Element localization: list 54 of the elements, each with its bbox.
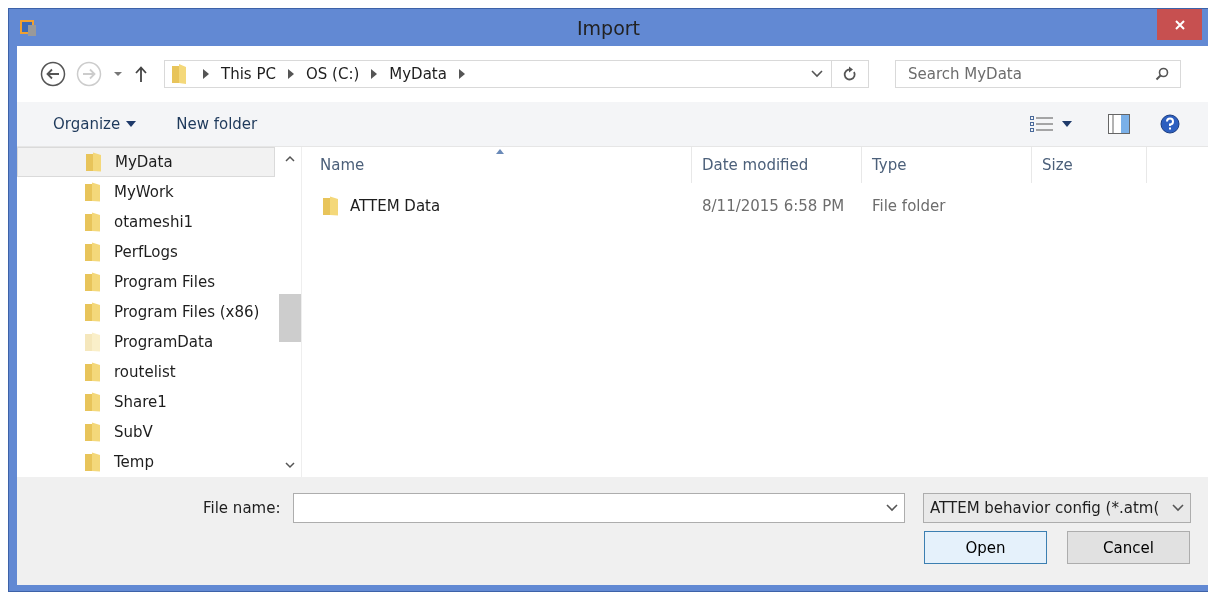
chevron-icon <box>203 69 209 79</box>
column-header[interactable]: Date modified <box>692 147 862 183</box>
organize-button[interactable]: Organize <box>43 115 137 133</box>
scrollbar-thumb[interactable] <box>279 294 301 342</box>
sidebar-item[interactable]: Share1 <box>17 387 275 417</box>
window-title: Import <box>576 16 641 39</box>
file-name[interactable]: ATTEM Data <box>350 197 441 215</box>
caret-icon <box>126 121 137 127</box>
file-type-dropdown[interactable]: ATTEM behavior config (*.atm( <box>923 493 1191 523</box>
sort-icon <box>496 149 504 154</box>
search-icon <box>1155 67 1169 81</box>
sidebar-item[interactable]: Program Files <box>17 267 275 297</box>
sidebar-item[interactable]: PerfLogs <box>17 237 275 267</box>
sidebar-item[interactable]: Temp <box>17 447 275 477</box>
chevron-icon <box>371 69 378 79</box>
new-folder-button[interactable]: New folder <box>166 115 258 133</box>
cancel-button[interactable]: Cancel <box>1067 531 1190 564</box>
column-header[interactable]: Type <box>862 147 1032 183</box>
back-icon[interactable] <box>40 61 66 87</box>
dropdown-icon <box>1172 504 1184 512</box>
table-cell-text: 8/11/2015 6:58 PM <box>701 197 846 215</box>
sidebar-item[interactable]: otameshi1 <box>17 207 275 237</box>
sidebar-item[interactable]: MyData <box>17 147 275 177</box>
breadcrumb[interactable]: This PC <box>221 65 276 83</box>
open-button[interactable]: Open <box>924 531 1047 564</box>
close-button[interactable] <box>1157 9 1202 40</box>
file-name-field[interactable] <box>293 493 905 523</box>
help-icon[interactable] <box>1160 114 1180 134</box>
refresh-icon[interactable] <box>843 66 857 82</box>
column-header[interactable]: Size <box>1032 147 1147 183</box>
up-arrow-icon[interactable] <box>134 65 148 83</box>
scroll-down-icon[interactable] <box>285 462 295 469</box>
breadcrumb[interactable]: MyData <box>389 65 447 83</box>
close-icon <box>1173 18 1186 31</box>
dropdown-icon[interactable] <box>811 70 823 78</box>
table-cell-text: File folder <box>871 197 947 215</box>
breadcrumb[interactable]: OS (C:) <box>305 65 360 83</box>
view-list-icon[interactable] <box>1030 116 1054 132</box>
sidebar-item[interactable]: routelist <box>17 357 275 387</box>
search-field[interactable]: Search MyData <box>895 60 1181 88</box>
dropdown-icon[interactable] <box>886 504 898 512</box>
chevron-icon <box>287 69 294 79</box>
caret-icon[interactable] <box>1062 121 1072 127</box>
scroll-up-icon[interactable] <box>285 155 295 162</box>
caret-icon[interactable] <box>112 70 124 78</box>
file-name-label: File name: <box>203 499 282 517</box>
chevron-icon <box>458 69 465 79</box>
sidebar-item[interactable]: ProgramData <box>17 327 275 357</box>
app-icon <box>19 18 37 37</box>
sidebar-item[interactable]: Program Files (x86) <box>17 297 275 327</box>
sidebar-item[interactable]: MyWork <box>17 177 275 207</box>
sidebar-item[interactable]: SubV <box>17 417 275 447</box>
preview-pane-icon[interactable] <box>1108 114 1130 134</box>
address-bar[interactable]: This PC OS (C:) MyData <box>164 60 869 88</box>
